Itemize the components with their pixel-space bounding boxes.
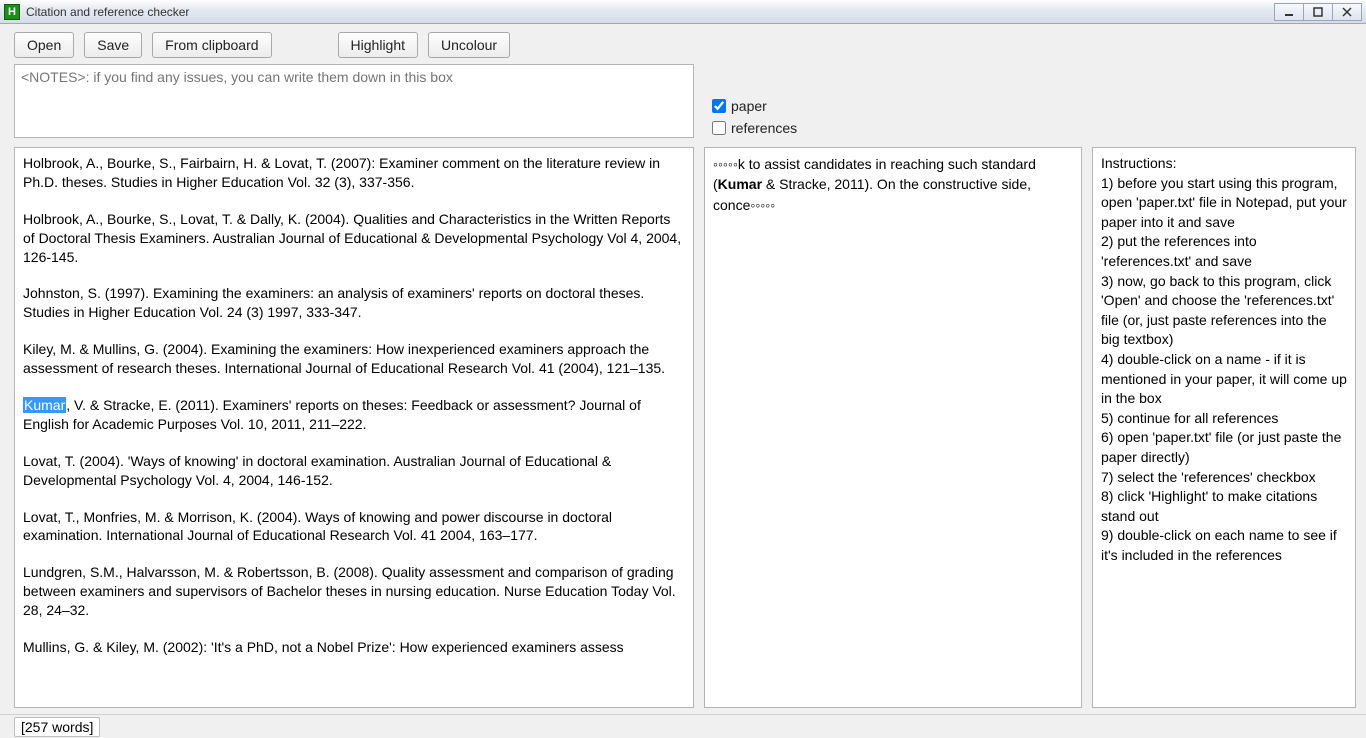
open-button[interactable]: Open xyxy=(14,32,74,58)
main-area: Holbrook, A., Bourke, S., Fairbairn, H. … xyxy=(0,147,1366,714)
minimize-button[interactable] xyxy=(1274,3,1304,21)
notes-textarea[interactable] xyxy=(14,64,694,138)
toolbar: Open Save From clipboard Highlight Uncol… xyxy=(0,24,1366,64)
uncolour-button[interactable]: Uncolour xyxy=(428,32,510,58)
snippet-bold: Kumar xyxy=(718,176,762,192)
references-checkbox[interactable] xyxy=(712,121,726,135)
instruction-line: 4) double-click on a name - if it is men… xyxy=(1101,350,1347,409)
instruction-line: 6) open 'paper.txt' file (or just paste … xyxy=(1101,428,1347,467)
instruction-line: 1) before you start using this program, … xyxy=(1101,174,1347,233)
instructions-content: Instructions: 1) before you start using … xyxy=(1101,154,1347,565)
reference-item[interactable]: Lovat, T. (2004). 'Ways of knowing' in d… xyxy=(23,452,685,490)
save-button[interactable]: Save xyxy=(84,32,142,58)
window-titlebar: H Citation and reference checker xyxy=(0,0,1366,24)
word-count: [257 words] xyxy=(14,717,100,737)
highlight-button[interactable]: Highlight xyxy=(338,32,418,58)
instruction-line: 5) continue for all references xyxy=(1101,409,1347,429)
maximize-button[interactable] xyxy=(1303,3,1333,21)
instruction-line: 2) put the references into 'references.t… xyxy=(1101,232,1347,271)
close-button[interactable] xyxy=(1332,3,1362,21)
reference-item[interactable]: Holbrook, A., Bourke, S., Lovat, T. & Da… xyxy=(23,210,685,267)
references-checkbox-label[interactable]: references xyxy=(712,120,797,136)
paper-checkbox-text: paper xyxy=(731,98,767,114)
reference-item[interactable]: Mullins, G. & Kiley, M. (2002): 'It's a … xyxy=(23,638,685,657)
references-pane[interactable]: Holbrook, A., Bourke, S., Fairbairn, H. … xyxy=(14,147,694,708)
reference-item[interactable]: Johnston, S. (1997). Examining the exami… xyxy=(23,284,685,322)
reference-item[interactable]: Kumar, V. & Stracke, E. (2011). Examiner… xyxy=(23,396,685,434)
instruction-line: 8) click 'Highlight' to make citations s… xyxy=(1101,487,1347,526)
references-checkbox-text: references xyxy=(731,120,797,136)
from-clipboard-button[interactable]: From clipboard xyxy=(152,32,271,58)
snippet-content: ◦◦◦◦◦k to assist candidates in reaching … xyxy=(713,154,1073,215)
app-icon: H xyxy=(4,4,20,20)
instructions-pane[interactable]: Instructions: 1) before you start using … xyxy=(1092,147,1356,708)
view-checks: paper references xyxy=(712,98,797,136)
paper-checkbox[interactable] xyxy=(712,99,726,113)
snippet-pane[interactable]: ◦◦◦◦◦k to assist candidates in reaching … xyxy=(704,147,1082,708)
instruction-line: 3) now, go back to this program, click '… xyxy=(1101,272,1347,350)
instruction-line: 7) select the 'references' checkbox xyxy=(1101,468,1347,488)
reference-item[interactable]: Lundgren, S.M., Halvarsson, M. & Roberts… xyxy=(23,563,685,620)
window-title: Citation and reference checker xyxy=(26,5,189,19)
reference-item[interactable]: Lovat, T., Monfries, M. & Morrison, K. (… xyxy=(23,508,685,546)
instruction-line: 9) double-click on each name to see if i… xyxy=(1101,526,1347,565)
highlighted-word: Kumar xyxy=(23,397,66,413)
instructions-heading: Instructions: xyxy=(1101,154,1347,174)
reference-item[interactable]: Holbrook, A., Bourke, S., Fairbairn, H. … xyxy=(23,154,685,192)
paper-checkbox-label[interactable]: paper xyxy=(712,98,797,114)
status-bar: [257 words] xyxy=(0,714,1366,738)
reference-item[interactable]: Kiley, M. & Mullins, G. (2004). Examinin… xyxy=(23,340,685,378)
